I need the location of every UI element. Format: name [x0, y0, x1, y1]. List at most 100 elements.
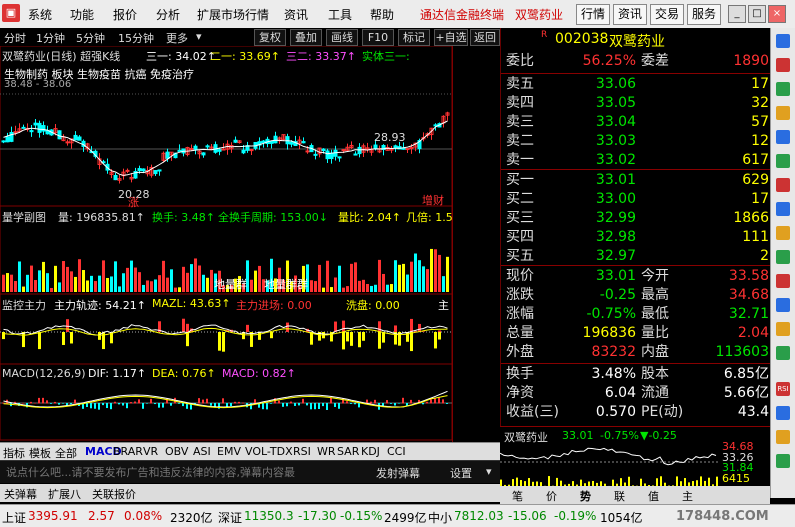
indicator-tab[interactable]: BRAR	[113, 445, 143, 458]
sidebar-tool-icon[interactable]	[776, 406, 790, 420]
mini-tab-bi[interactable]: 笔	[512, 488, 523, 504]
stat-row: 涨跌-0.25最高34.68	[501, 286, 771, 305]
mini-tab-price[interactable]: 价	[546, 488, 557, 504]
ask-row[interactable]: 卖四33.0532	[501, 94, 771, 113]
trade-button[interactable]: 交易	[650, 4, 684, 25]
volume-bar	[378, 260, 381, 292]
close-icon[interactable]: ×	[768, 5, 786, 23]
service-button[interactable]: 服务	[687, 4, 721, 25]
macd-bar	[114, 402, 116, 404]
news-button[interactable]: 资讯	[613, 4, 647, 25]
menu-analysis[interactable]: 分析	[156, 6, 180, 23]
mini-chart[interactable]: 双鹭药业 33.01 -0.75% ▼-0.25 34.68 33.26 31.…	[500, 426, 770, 486]
menu-news[interactable]: 资讯	[284, 6, 308, 23]
indicator-tab[interactable]: VR	[143, 445, 158, 458]
sidebar-f10-icon[interactable]	[776, 58, 790, 72]
period-1min[interactable]: 1分钟	[36, 30, 65, 46]
sidebar-zoom-icon[interactable]	[776, 454, 790, 468]
bid-row[interactable]: 买二33.0017	[501, 190, 771, 209]
f10-button[interactable]: F10	[362, 29, 394, 46]
right-sidebar: RSI	[770, 28, 795, 498]
sidebar-news-icon[interactable]	[776, 106, 790, 120]
add-watchlist-button[interactable]: +自选	[434, 29, 468, 46]
sidebar-star-icon[interactable]	[776, 322, 790, 336]
sidebar-rsi-icon[interactable]: RSI	[776, 382, 790, 396]
chart-area[interactable]: 双鹭药业(日线) 超强K线 三一: 34.02↑ 二一: 33.69↑ 三二: …	[0, 46, 500, 442]
mini-tab-main[interactable]: 主	[682, 488, 693, 504]
indicator-tab[interactable]: CCI	[387, 445, 406, 458]
indicator-tab[interactable]: 全部	[55, 445, 77, 461]
candle-body	[42, 126, 45, 132]
back-button[interactable]: 返回	[470, 29, 500, 46]
indicator-tab[interactable]: VOL-TDX	[245, 445, 293, 458]
overlay-button[interactable]: 叠加	[290, 29, 322, 46]
indicator-tab[interactable]: SAR	[337, 445, 359, 458]
ask-row[interactable]: 卖二33.0312	[501, 132, 771, 151]
indicator-tab[interactable]: ASI	[193, 445, 211, 458]
macd-bar	[38, 398, 40, 404]
mark-button[interactable]: 标记	[398, 29, 430, 46]
sidebar-alert-icon[interactable]	[776, 178, 790, 192]
menu-help[interactable]: 帮助	[370, 6, 394, 23]
sidebar-sector-icon[interactable]	[776, 202, 790, 216]
menu-system[interactable]: 系统	[28, 6, 52, 23]
comment-input[interactable]	[4, 464, 368, 480]
send-comment-button[interactable]: 发射弹幕	[376, 465, 420, 481]
maximize-icon[interactable]: □	[748, 5, 766, 23]
ask-row-label: 卖三	[506, 113, 534, 132]
indicator-tab[interactable]: KDJ	[361, 445, 380, 458]
mini-vol-bar	[660, 476, 662, 486]
bid-row[interactable]: 买四32.98111	[501, 228, 771, 247]
sidebar-chart-icon[interactable]	[776, 82, 790, 96]
fuquan-button[interactable]: 复权	[254, 29, 286, 46]
period-intraday[interactable]: 分时	[4, 30, 26, 46]
sidebar-trade-icon[interactable]	[776, 130, 790, 144]
bid-row[interactable]: 买三32.991866	[501, 209, 771, 228]
ask-row[interactable]: 卖一33.02617	[501, 151, 771, 170]
indicator-tab[interactable]: OBV	[165, 445, 188, 458]
chevron-down-icon[interactable]: ▾	[196, 30, 202, 43]
comment-collapse-icon[interactable]: ▾	[486, 465, 492, 478]
minimize-icon[interactable]: _	[728, 5, 746, 23]
sidebar-watch-icon[interactable]	[776, 154, 790, 168]
indicator-tab[interactable]: WR	[317, 445, 336, 458]
menu-ext-market[interactable]: 扩展市场行情	[197, 6, 269, 23]
sidebar-layout-icon[interactable]	[776, 430, 790, 444]
close-barrage-button[interactable]: 关弹幕	[4, 486, 37, 502]
kline-chart[interactable]	[0, 46, 500, 442]
mini-tab-trend[interactable]: 势	[580, 488, 591, 504]
app-logo-icon[interactable]: ▣	[2, 4, 20, 22]
mini-tab-value[interactable]: 值	[648, 488, 659, 504]
indicator-tab[interactable]: EMV	[217, 445, 241, 458]
sidebar-calc-icon[interactable]	[776, 250, 790, 264]
related-quote-button[interactable]: 关联报价	[92, 486, 136, 502]
indicator-tab[interactable]: RSI	[293, 445, 311, 458]
ask-row[interactable]: 卖五33.0617	[501, 75, 771, 94]
indicator-tab[interactable]: 模板	[29, 445, 51, 461]
draw-button[interactable]: 画线	[326, 29, 358, 46]
comment-settings-button[interactable]: 设置	[450, 465, 472, 481]
dif-line	[4, 391, 448, 407]
volume-bar	[342, 288, 345, 292]
period-5min[interactable]: 5分钟	[76, 30, 105, 46]
finance-row-label2: 股本	[641, 365, 669, 384]
sidebar-kline-icon[interactable]	[776, 274, 790, 288]
sidebar-up-icon[interactable]	[776, 34, 790, 48]
menu-quote[interactable]: 报价	[113, 6, 137, 23]
period-15min[interactable]: 15分钟	[118, 30, 154, 46]
macd-bar	[158, 403, 160, 408]
sidebar-grid-icon[interactable]	[776, 298, 790, 312]
menu-tools[interactable]: 工具	[328, 6, 352, 23]
monitor-bar-red	[286, 323, 289, 332]
menu-function[interactable]: 功能	[70, 6, 94, 23]
mini-tab-link[interactable]: 联	[614, 488, 625, 504]
ext-eight-button[interactable]: 扩展八	[48, 486, 81, 502]
quote-button[interactable]: 行情	[576, 4, 610, 25]
sidebar-list-icon[interactable]	[776, 346, 790, 360]
bid-row[interactable]: 买五32.972	[501, 247, 771, 266]
sidebar-money-icon[interactable]	[776, 226, 790, 240]
period-more[interactable]: 更多	[166, 30, 188, 46]
bid-row[interactable]: 买一33.01629	[501, 171, 771, 190]
ask-row[interactable]: 卖三33.0457	[501, 113, 771, 132]
indicator-tab[interactable]: 指标	[3, 445, 25, 461]
